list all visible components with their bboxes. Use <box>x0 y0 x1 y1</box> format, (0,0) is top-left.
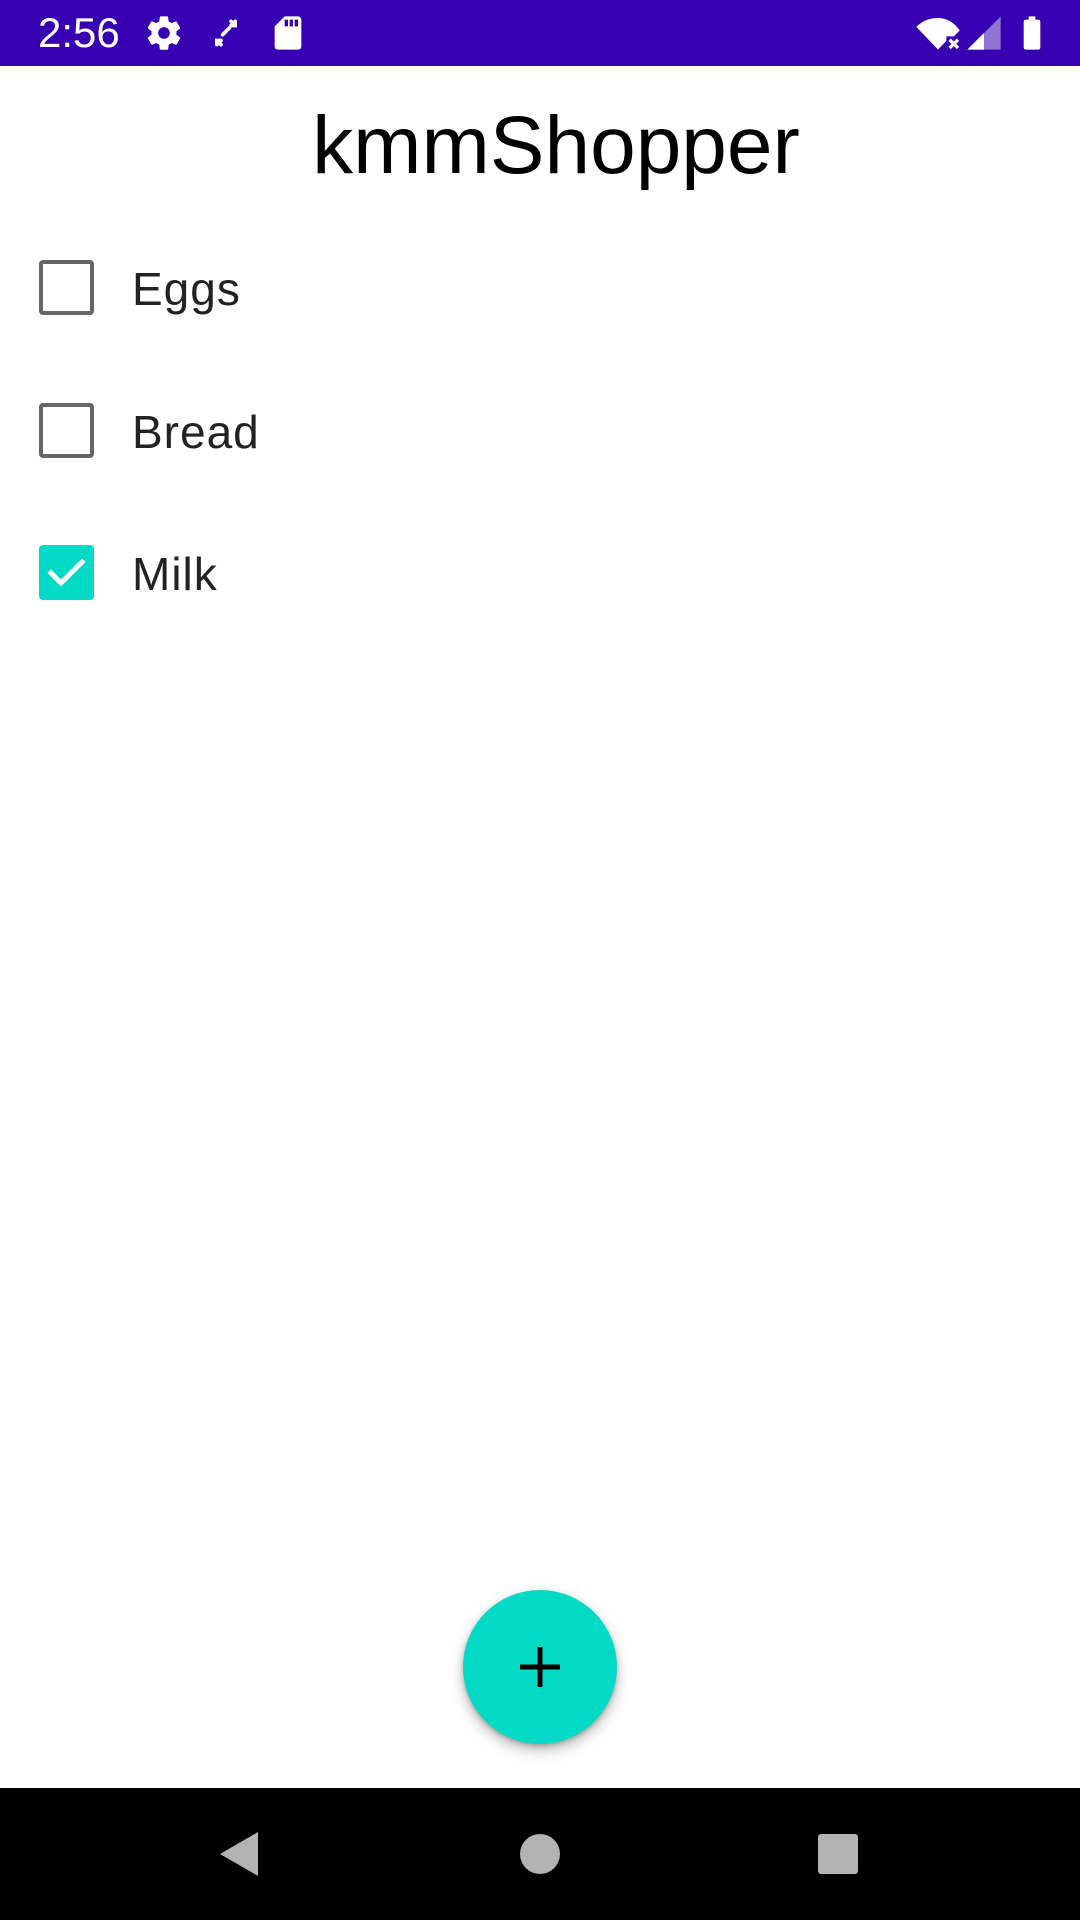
item-label: Milk <box>132 548 218 600</box>
wifi-off-icon <box>914 13 962 53</box>
settings-gear-icon <box>144 13 184 53</box>
add-item-fab[interactable] <box>463 1590 617 1744</box>
navigation-bar <box>0 1788 1080 1920</box>
sync-icon <box>206 13 246 53</box>
sd-card-icon <box>268 13 308 53</box>
status-time: 2:56 <box>38 9 120 56</box>
item-label: Eggs <box>132 263 241 315</box>
battery-icon <box>1012 13 1052 53</box>
status-bar: 2:56 <box>0 0 1080 66</box>
checkbox-unchecked[interactable] <box>39 403 94 458</box>
home-icon[interactable] <box>510 1824 570 1884</box>
checkmark-icon <box>47 558 86 587</box>
list-item-eggs[interactable]: Eggs <box>0 228 1080 348</box>
app-title: kmmShopper <box>312 100 800 191</box>
checkbox-unchecked[interactable] <box>39 260 94 315</box>
list-item-milk[interactable]: Milk <box>0 513 1080 633</box>
cell-signal-icon <box>964 13 1004 53</box>
back-icon[interactable] <box>210 1824 270 1884</box>
list-item-bread[interactable]: Bread <box>0 371 1080 491</box>
checkbox-checked[interactable] <box>39 545 94 600</box>
plus-icon <box>520 1647 560 1687</box>
item-label: Bread <box>132 406 260 458</box>
recents-icon[interactable] <box>808 1824 868 1884</box>
app-screen: 2:56 kmmShopper Eggs Bread Milk <box>0 0 1080 1920</box>
